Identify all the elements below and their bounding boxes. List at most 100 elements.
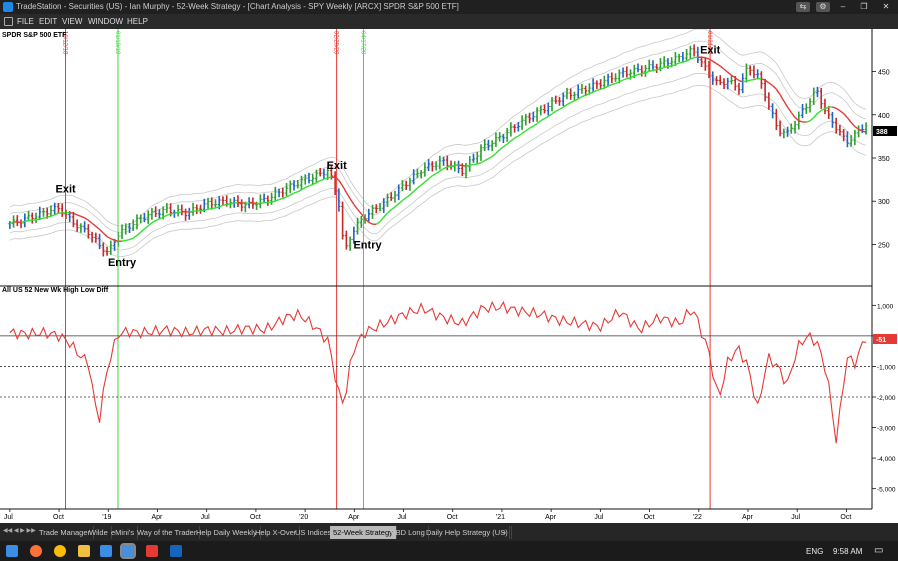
chart-analysis-window[interactable]: 450400350300250 1,0000-1,000-2,000-3,000… (0, 28, 898, 523)
ma-segment (416, 184, 422, 189)
ma-segment (383, 212, 389, 218)
ma-segment (47, 215, 52, 218)
clock[interactable]: 9:58 AM (833, 547, 862, 556)
ma-segment (712, 60, 717, 65)
settings-icon[interactable]: ⚙ (816, 2, 830, 12)
maximize-button[interactable]: ❐ (857, 2, 871, 12)
chrome-icon[interactable] (54, 545, 66, 557)
ma-segment (510, 137, 516, 142)
signal-lines (65, 29, 711, 509)
ma-segment (102, 232, 108, 238)
minimize-button[interactable]: – (836, 2, 850, 12)
time-tick-label: Oct (53, 514, 64, 521)
ma-segment (484, 157, 489, 162)
indicator-tick-label: 1,000 (877, 303, 894, 310)
menu-view[interactable]: VIEW (62, 14, 82, 29)
ma-segment (151, 219, 157, 224)
signal-label-entry: Entry (108, 257, 137, 269)
last-indicator-value: -51 (876, 337, 886, 344)
time-tick-label: Apr (151, 514, 163, 521)
ma-segment (525, 127, 530, 132)
windows-start-icon[interactable] (6, 545, 18, 557)
ma-segment (469, 163, 474, 166)
menu-file[interactable]: FILE (17, 14, 34, 29)
tradestation-taskbar-icon[interactable] (120, 543, 136, 559)
ma-segment (192, 210, 197, 213)
ma-segment (843, 113, 848, 119)
ma-segment (432, 172, 437, 177)
spy-weekly-chart[interactable]: 450400350300250 1,0000-1,000-2,000-3,000… (0, 28, 898, 523)
ma-segment (465, 164, 470, 167)
ma-segment (813, 112, 819, 119)
ma-segment (390, 206, 396, 211)
ma-segment (753, 78, 758, 81)
ma-segment (35, 218, 40, 221)
band-line-3 (9, 28, 867, 227)
ma-segment (211, 207, 216, 210)
ma-segment (611, 82, 616, 86)
ma-segment (544, 115, 549, 120)
ma-segment (772, 85, 777, 90)
ma-segment (768, 82, 774, 87)
tab-52-week-strategy[interactable]: 52-Week Strategy (330, 526, 397, 539)
moving-average-line (9, 56, 867, 242)
ma-segment (368, 221, 373, 225)
app-6-icon[interactable] (146, 545, 158, 557)
ma-segment (319, 178, 325, 182)
outlook-icon[interactable] (100, 545, 112, 557)
signal-date-3: 04/17/20 (359, 31, 365, 55)
ma-segment (349, 198, 355, 205)
tab-first-icon[interactable]: ◀◀ ◀ ▶ ▶▶ (3, 527, 36, 534)
ma-segment (832, 106, 837, 110)
ma-segment (95, 225, 101, 230)
ma-segment (234, 201, 239, 204)
indicator-plot (0, 300, 872, 444)
signal-label-entry: Entry (353, 240, 382, 252)
tab-us-indices[interactable]: US Indices (292, 526, 336, 539)
ma-segment (555, 108, 560, 112)
notification-icon[interactable]: ▭ (874, 545, 883, 556)
ma-segment (502, 143, 508, 148)
tab-way-of-the-trader[interactable]: Way of the Trader (134, 526, 201, 539)
ma-segment (641, 72, 646, 75)
ma-segment (43, 216, 48, 219)
ma-segment (742, 80, 747, 83)
language-indicator[interactable]: ENG (806, 547, 823, 556)
ma-segment (529, 125, 534, 129)
ma-segment (750, 78, 755, 81)
ma-segment (125, 238, 130, 242)
firefox-icon[interactable] (30, 545, 42, 557)
price-bars (8, 44, 868, 257)
ma-segment (379, 216, 385, 223)
menu-window[interactable]: WINDOW (88, 14, 123, 29)
windows-taskbar: ENG 9:58 AM ▭ (0, 541, 898, 561)
ma-segment (24, 219, 29, 223)
ma-segment (783, 100, 789, 108)
ma-segment (402, 197, 407, 202)
ma-segment (723, 68, 729, 73)
close-button[interactable]: ✕ (879, 2, 893, 12)
app-window-icon[interactable] (170, 545, 182, 557)
tab-help-daily-weekly[interactable]: Help Daily Weekly (193, 526, 261, 539)
menu-edit[interactable]: EDIT (39, 14, 57, 29)
ma-segment (652, 69, 657, 71)
ma-segment (622, 77, 628, 81)
ma-segment (375, 221, 381, 225)
ma-segment (514, 135, 519, 139)
ma-segment (499, 146, 504, 151)
ma-segment (786, 106, 792, 113)
menu-help[interactable]: HELP (127, 14, 148, 29)
window-menu-icon[interactable] (4, 17, 13, 26)
ma-segment (144, 225, 149, 230)
ma-segment (189, 210, 194, 213)
time-tick-label: '21 (496, 514, 505, 521)
ma-segment (222, 203, 227, 207)
link-icon[interactable]: ⇆ (796, 2, 810, 12)
price-tick-label: 400 (878, 113, 890, 120)
ma-segment (140, 228, 145, 233)
ma-segment (331, 176, 336, 179)
file-explorer-icon[interactable] (78, 545, 90, 557)
add-tab-button[interactable]: + (499, 526, 511, 539)
ma-segment (420, 181, 426, 186)
ma-segment (342, 185, 347, 193)
